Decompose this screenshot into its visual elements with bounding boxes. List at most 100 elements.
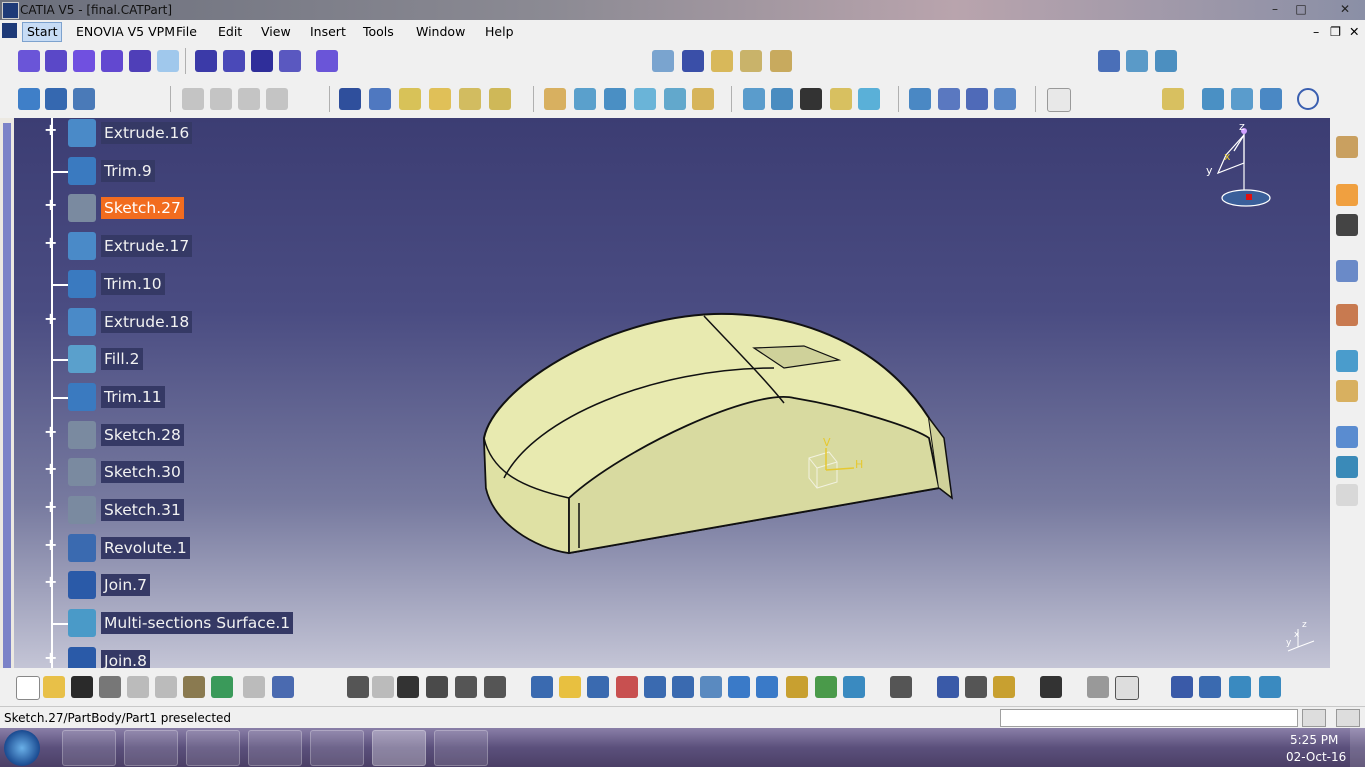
copy-icon[interactable] [155, 676, 177, 698]
iso-view-icon[interactable] [756, 676, 778, 698]
point-tool-icon[interactable] [339, 88, 361, 110]
expand-icon[interactable]: + [44, 650, 57, 666]
multi-view-icon[interactable] [728, 676, 750, 698]
catalog-icon[interactable] [890, 676, 912, 698]
show-desktop-button[interactable] [1350, 728, 1365, 767]
pattern-tool-icon[interactable] [938, 88, 960, 110]
grid-snap-icon[interactable] [1199, 676, 1221, 698]
tree-node-label[interactable]: Extrude.16 [101, 122, 193, 144]
taskbar-media[interactable] [186, 730, 240, 766]
tree-node-label[interactable]: Revolute.1 [101, 537, 190, 559]
curve-analysis-tool-icon[interactable] [1336, 260, 1358, 282]
offset-tool-icon[interactable] [101, 50, 123, 72]
expand-icon[interactable]: + [44, 197, 57, 213]
formula-icon[interactable] [318, 676, 340, 698]
mdi-minimize-button[interactable]: – [1313, 24, 1319, 39]
taskbar-image-viewer[interactable] [434, 730, 488, 766]
menu-help[interactable]: Help [485, 24, 514, 39]
extrude-tool-icon[interactable] [18, 50, 40, 72]
connect-curve-tool-icon[interactable] [1325, 88, 1347, 110]
normal-view-icon[interactable] [700, 676, 722, 698]
expand-icon[interactable]: + [44, 574, 57, 590]
save-icon[interactable] [71, 676, 93, 698]
tree-node-label[interactable]: Join.8 [101, 650, 150, 668]
line-tool-icon[interactable] [369, 88, 391, 110]
draft-analysis-tool-icon[interactable] [1336, 304, 1358, 326]
expand-icon[interactable]: + [44, 499, 57, 515]
eraser-tool-icon[interactable] [157, 50, 179, 72]
3d-viewport[interactable]: + Extrude.16 Trim.9 + Sketch.27 + Extrude.17 Tr… [14, 118, 1330, 668]
expand-icon[interactable]: + [44, 424, 57, 440]
shading-tool-icon[interactable] [1336, 456, 1358, 478]
expand-icon[interactable]: + [44, 122, 57, 138]
inertia-icon[interactable] [993, 676, 1015, 698]
taskbar-explorer[interactable] [62, 730, 116, 766]
offset-surface-tool-icon[interactable] [1231, 88, 1253, 110]
disabled-tool-3-icon[interactable] [238, 88, 260, 110]
analysis-tool-icon[interactable] [711, 50, 733, 72]
minimize-button[interactable]: – [1264, 1, 1286, 17]
workbench-tool-icon[interactable] [770, 50, 792, 72]
tree-node-label[interactable]: Join.7 [101, 574, 150, 596]
hierarchy-icon[interactable] [426, 676, 448, 698]
line-small-tool-icon[interactable] [1132, 88, 1154, 110]
move-tool-icon[interactable] [1336, 214, 1358, 236]
tree-node-label[interactable]: Sketch.30 [101, 461, 184, 483]
taskbar-catia-active[interactable] [372, 730, 426, 766]
menu-view[interactable]: View [261, 24, 291, 39]
zoom-in-icon[interactable] [644, 676, 666, 698]
swap-tool-icon[interactable] [1098, 50, 1120, 72]
taskbar-solidworks[interactable] [248, 730, 302, 766]
taskbar-chrome[interactable] [124, 730, 178, 766]
extract-tool-icon[interactable] [743, 88, 765, 110]
tree-node-label[interactable]: Trim.10 [101, 273, 165, 295]
tree-node-label[interactable]: Fill.2 [101, 348, 143, 370]
clock-time[interactable]: 5:25 PM [1290, 733, 1338, 747]
tree-node-label[interactable]: Extrude.17 [101, 235, 193, 257]
left-scrollbar[interactable] [0, 118, 14, 668]
hide-show-icon[interactable] [815, 676, 837, 698]
grid-tool-icon[interactable] [682, 50, 704, 72]
fly-mode-icon[interactable] [531, 676, 553, 698]
boundary-tool-icon[interactable] [771, 88, 793, 110]
view-tool-icon[interactable] [1336, 136, 1358, 158]
fillet-tool-icon[interactable] [574, 88, 596, 110]
blend-tool-icon[interactable] [692, 88, 714, 110]
revolve-tool-icon[interactable] [45, 50, 67, 72]
close-button[interactable]: ✕ [1327, 1, 1363, 17]
mdi-restore-button[interactable]: ❐ [1330, 24, 1341, 39]
table-icon[interactable] [397, 676, 419, 698]
disabled-tool-2-icon[interactable] [210, 88, 232, 110]
report-tool-icon[interactable] [1336, 484, 1358, 506]
snap-tool-icon[interactable] [652, 50, 674, 72]
stop-command-button[interactable] [1302, 709, 1326, 727]
pan-icon[interactable] [587, 676, 609, 698]
part-tool-icon[interactable] [18, 88, 40, 110]
new-file-icon[interactable] [16, 676, 40, 700]
tree-node-label[interactable]: Sketch.31 [101, 499, 184, 521]
expand-icon[interactable]: + [44, 461, 57, 477]
menu-tools[interactable]: Tools [363, 24, 394, 39]
scale-tool-icon[interactable] [994, 88, 1016, 110]
apply-material-tool-icon[interactable] [1336, 426, 1358, 448]
surface-analysis-tool-icon[interactable] [1336, 350, 1358, 372]
expand-icon[interactable]: + [44, 537, 57, 553]
law-tool-icon[interactable] [909, 88, 931, 110]
whats-this-icon[interactable] [73, 88, 95, 110]
compass-widget[interactable] [1204, 123, 1284, 218]
tree-node-label[interactable]: Sketch.27 [101, 197, 184, 219]
sketcher-tool-icon[interactable] [1047, 88, 1071, 112]
mdi-close-button[interactable]: ✕ [1349, 24, 1359, 39]
point-small-tool-icon[interactable] [1104, 88, 1126, 110]
square-tool-icon[interactable] [800, 88, 822, 110]
axis-icon[interactable] [1143, 676, 1165, 698]
anchor-tool-icon[interactable] [1126, 50, 1148, 72]
body-icon[interactable] [1171, 676, 1193, 698]
cut-icon[interactable] [127, 676, 149, 698]
menu-file[interactable]: File [176, 24, 197, 39]
expand-icon[interactable]: + [44, 311, 57, 327]
menu-insert[interactable]: Insert [310, 24, 346, 39]
system-tray-icons[interactable] [1056, 740, 1266, 756]
menu-enovia[interactable]: ENOVIA V5 VPM [76, 24, 175, 39]
command-list-button[interactable] [1336, 709, 1360, 727]
